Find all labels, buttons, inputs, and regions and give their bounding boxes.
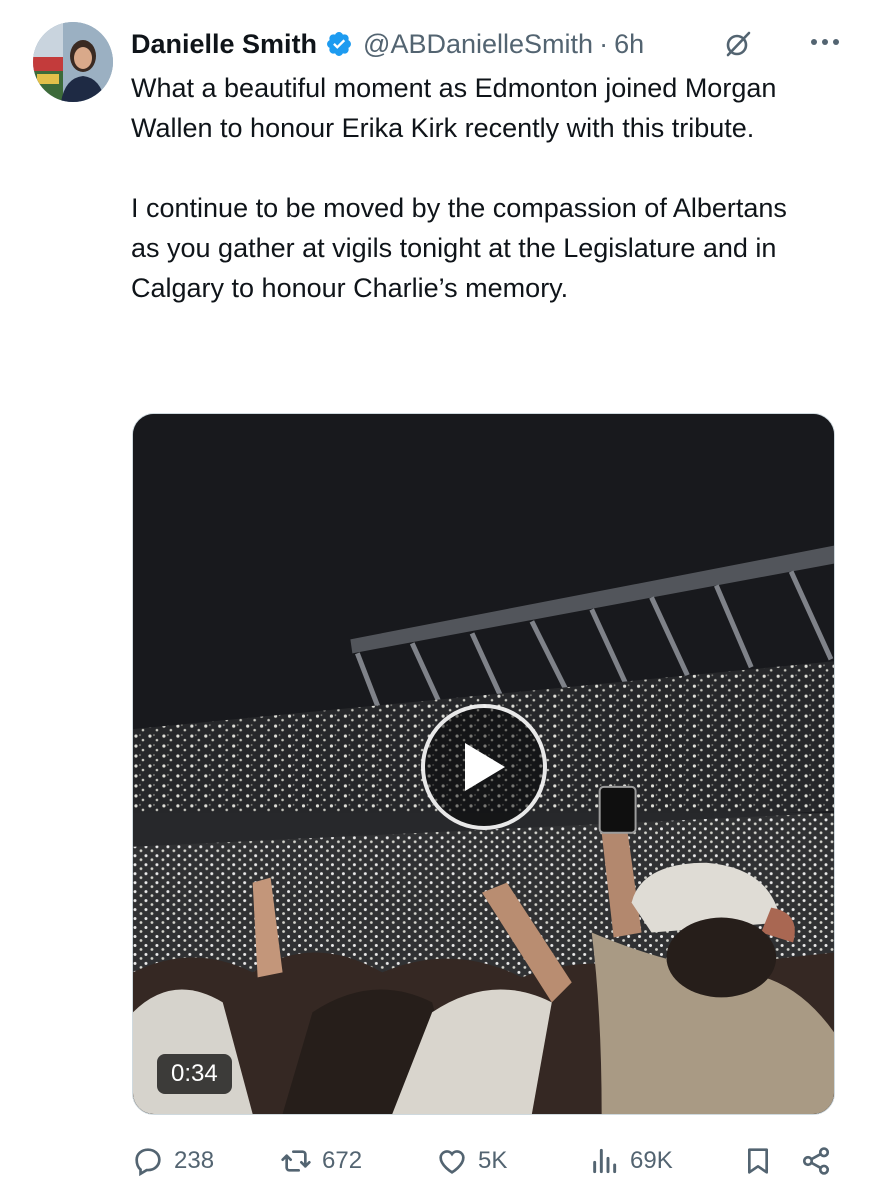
reply-icon [135, 1148, 161, 1177]
repost-button[interactable]: 672 [280, 1138, 362, 1184]
repost-icon [281, 1150, 311, 1172]
video-duration: 0:34 [157, 1054, 232, 1094]
tweet-paragraph: What a beautiful moment as Edmonton join… [131, 73, 777, 143]
video-player[interactable]: 0:34 [132, 413, 835, 1115]
tweet-actions: 238 672 5K 69K [132, 1138, 837, 1184]
avatar-image [33, 22, 113, 102]
more-icon[interactable] [810, 36, 840, 48]
tweet-text: What a beautiful moment as Edmonton join… [131, 68, 821, 308]
bookmark-icon [748, 1148, 768, 1174]
tweet-paragraph: I continue to be moved by the compassion… [131, 193, 787, 303]
share-icon [802, 1147, 830, 1175]
bookmark-button[interactable] [742, 1138, 774, 1184]
views-count: 69K [630, 1147, 673, 1174]
author-name[interactable]: Danielle Smith [131, 29, 317, 60]
separator-dot: · [599, 28, 609, 59]
views-icon [593, 1148, 617, 1174]
verified-badge-icon [327, 32, 352, 56]
author-handle[interactable]: @ABDanielleSmith [363, 29, 593, 60]
grok-icon[interactable] [722, 28, 754, 60]
reply-button[interactable]: 238 [132, 1138, 214, 1184]
share-button[interactable] [800, 1138, 832, 1184]
views-button[interactable]: 69K [588, 1138, 673, 1184]
repost-count: 672 [322, 1147, 363, 1174]
play-button[interactable] [421, 704, 547, 830]
like-count: 5K [478, 1147, 508, 1174]
like-button[interactable]: 5K [436, 1138, 507, 1184]
reply-count: 238 [174, 1147, 215, 1174]
author-avatar[interactable] [33, 22, 113, 102]
play-icon [465, 743, 505, 791]
tweet-time[interactable]: 6h [614, 29, 644, 60]
like-icon [439, 1150, 465, 1174]
tweet-header: Danielle Smith @ABDanielleSmith · 6h [131, 24, 840, 64]
